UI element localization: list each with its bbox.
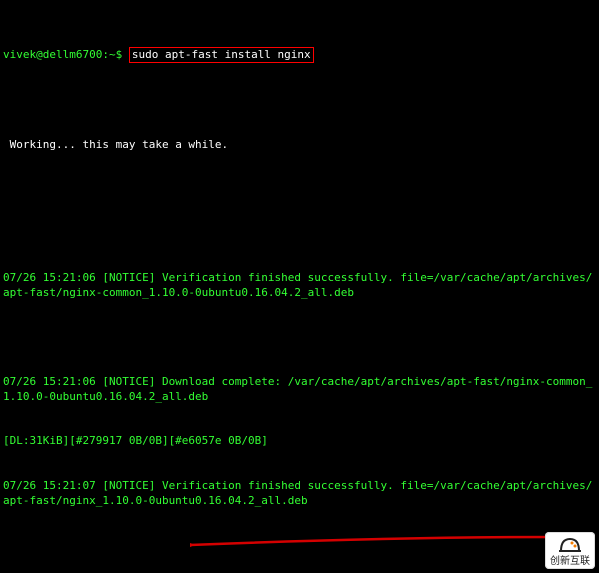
watermark-text: 创新互联 — [550, 557, 590, 567]
prompt-line: vivek@dellm6700:~$ sudo apt-fast install… — [3, 32, 596, 64]
working-line: Working... this may take a while. — [3, 138, 596, 153]
command-highlight: sudo apt-fast install nginx — [129, 47, 314, 64]
log-line: 07/26 15:21:06 [NOTICE] Verification fin… — [3, 271, 596, 301]
prompt-user: vivek — [3, 48, 36, 61]
blank-line — [3, 182, 596, 197]
blank-line — [3, 331, 596, 346]
watermark-logo: 创新互联 — [545, 532, 595, 569]
log-line: 07/26 15:21:06 [NOTICE] Download complet… — [3, 375, 596, 405]
blank-line — [3, 93, 596, 108]
log-line: [DL:31KiB][#279917 0B/0B][#e6057e 0B/0B] — [3, 434, 596, 449]
logo-icon — [557, 535, 583, 555]
prompt-path: :~$ — [102, 48, 129, 61]
log-line: 07/26 15:21:07 [NOTICE] Verification fin… — [3, 479, 596, 509]
blank-line — [3, 538, 596, 553]
terminal[interactable]: vivek@dellm6700:~$ sudo apt-fast install… — [0, 0, 599, 573]
prompt-host: dellm6700 — [43, 48, 103, 61]
blank-line — [3, 227, 596, 242]
prompt-at: @ — [36, 48, 43, 61]
